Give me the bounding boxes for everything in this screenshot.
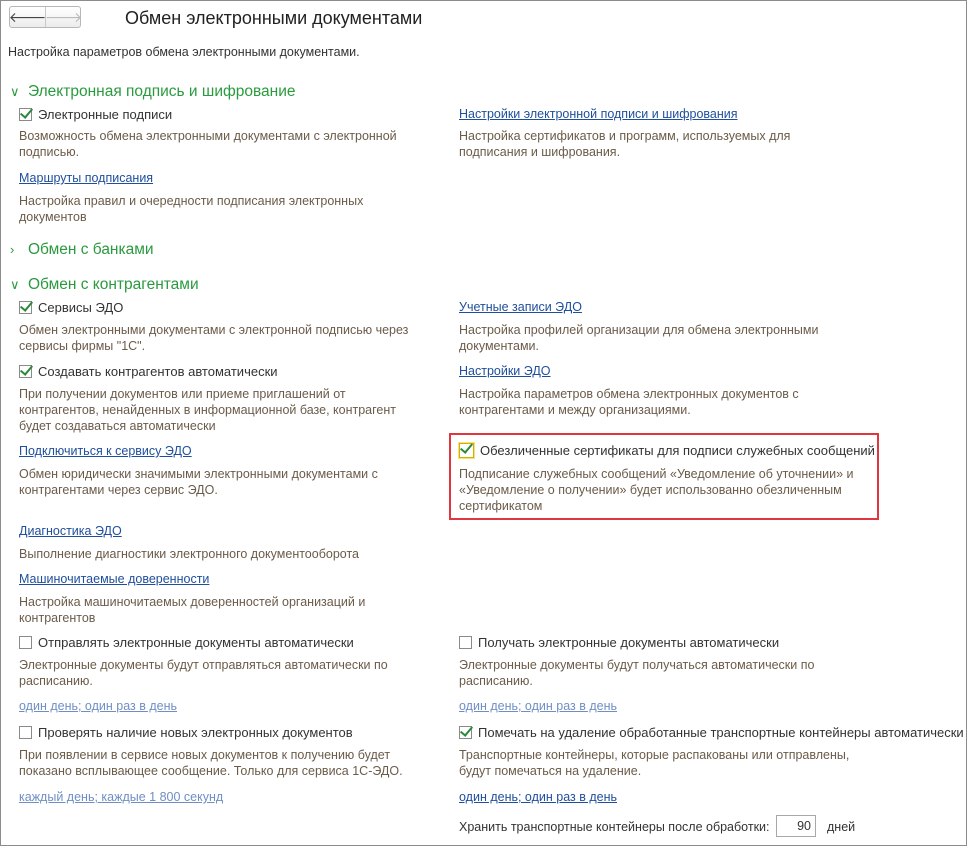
section-counterparties[interactable]: ∨ Обмен с контрагентами bbox=[10, 276, 199, 294]
edo-accounts-description: Настройка профилей организации для обмен… bbox=[459, 323, 819, 353]
receive-auto-description: Электронные документы будут получаться а… bbox=[459, 658, 815, 688]
forward-arrow-icon[interactable]: 🡒 bbox=[45, 7, 83, 27]
send-auto-description: Электронные документы будут отправляться… bbox=[19, 658, 388, 688]
receive-schedule-link[interactable]: один день; один раз в день bbox=[459, 699, 617, 713]
mark-schedule-link[interactable]: один день; один раз в день bbox=[459, 790, 617, 804]
diagnostics-link[interactable]: Диагностика ЭДО bbox=[19, 524, 122, 538]
checkbox-label: Проверять наличие новых электронных доку… bbox=[38, 725, 353, 740]
checkbox-label: Обезличенные сертификаты для подписи слу… bbox=[480, 443, 875, 458]
page-title: Обмен электронными документами bbox=[125, 8, 423, 28]
keep-days-unit: дней bbox=[827, 820, 856, 834]
signing-routes-link[interactable]: Маршруты подписания bbox=[19, 171, 153, 185]
check-new-checkbox[interactable]: Проверять наличие новых электронных доку… bbox=[19, 725, 353, 740]
depersonalized-certificates-description: Подписание служебных сообщений «Уведомле… bbox=[459, 467, 854, 513]
checkbox-unchecked-icon bbox=[19, 636, 32, 649]
chevron-down-icon: ∨ bbox=[10, 277, 20, 292]
checkbox-label: Помечать на удаление обработанные трансп… bbox=[478, 725, 964, 740]
signing-routes-description: Настройка правил и очередности подписани… bbox=[19, 194, 364, 224]
nav-buttons: 🡐 🡒 bbox=[9, 6, 83, 28]
depersonalized-certificates-checkbox[interactable]: Обезличенные сертификаты для подписи слу… bbox=[458, 442, 875, 459]
checkbox-label: Создавать контрагентов автоматически bbox=[38, 364, 278, 379]
section-banks[interactable]: › Обмен с банками bbox=[10, 241, 154, 259]
checkbox-unchecked-icon bbox=[459, 636, 472, 649]
keep-containers-label: Хранить транспортные контейнеры после об… bbox=[459, 820, 770, 834]
esig-description: Возможность обмена электронными документ… bbox=[19, 129, 397, 159]
edo-settings-link[interactable]: Настройки ЭДО bbox=[459, 364, 551, 378]
check-new-description: При появлении в сервисе новых документов… bbox=[19, 748, 403, 778]
mchd-description: Настройка машиночитаемых доверенностей о… bbox=[19, 595, 366, 625]
esig-checkbox[interactable]: Электронные подписи bbox=[19, 107, 172, 122]
checkbox-checked-icon bbox=[458, 442, 475, 459]
checkbox-label: Сервисы ЭДО bbox=[38, 300, 124, 315]
keep-days-input[interactable]: 90 bbox=[776, 815, 816, 837]
checkbox-checked-icon bbox=[19, 108, 32, 121]
signature-settings-description: Настройка сертификатов и программ, испол… bbox=[459, 129, 791, 159]
create-auto-checkbox[interactable]: Создавать контрагентов автоматически bbox=[19, 364, 278, 379]
receive-auto-checkbox[interactable]: Получать электронные документы автоматич… bbox=[459, 635, 779, 650]
mchd-link[interactable]: Машиночитаемые доверенности bbox=[19, 572, 209, 586]
connect-edo-link[interactable]: Подключиться к сервису ЭДО bbox=[19, 444, 192, 458]
edo-services-description: Обмен электронными документами с электро… bbox=[19, 323, 409, 353]
page-subtitle: Настройка параметров обмена электронными… bbox=[8, 45, 360, 59]
mark-delete-description: Транспортные контейнеры, которые распако… bbox=[459, 748, 850, 778]
edo-accounts-link[interactable]: Учетные записи ЭДО bbox=[459, 300, 582, 314]
checkbox-checked-icon bbox=[459, 726, 472, 739]
back-arrow-icon[interactable]: 🡐 bbox=[9, 7, 46, 27]
checkbox-checked-icon bbox=[19, 301, 32, 314]
checkbox-label: Получать электронные документы автоматич… bbox=[478, 635, 780, 650]
create-auto-description: При получении документов или приеме приг… bbox=[19, 387, 396, 433]
send-auto-checkbox[interactable]: Отправлять электронные документы автомат… bbox=[19, 635, 354, 650]
edo-settings-description: Настройка параметров обмена электронных … bbox=[459, 387, 799, 417]
section-title: Обмен с банками bbox=[28, 241, 154, 258]
section-title: Электронная подпись и шифрование bbox=[28, 83, 296, 100]
signature-settings-link[interactable]: Настройки электронной подписи и шифрован… bbox=[459, 107, 738, 121]
checkbox-unchecked-icon bbox=[19, 726, 32, 739]
section-title: Обмен с контрагентами bbox=[28, 276, 199, 293]
checkbox-label: Отправлять электронные документы автомат… bbox=[38, 635, 354, 650]
chevron-down-icon: ∨ bbox=[10, 84, 20, 99]
section-signature[interactable]: ∨ Электронная подпись и шифрование bbox=[10, 83, 296, 101]
send-schedule-link[interactable]: один день; один раз в день bbox=[19, 699, 177, 713]
checkbox-label: Электронные подписи bbox=[38, 107, 173, 122]
mark-delete-checkbox[interactable]: Помечать на удаление обработанные трансп… bbox=[459, 725, 964, 740]
chevron-right-icon: › bbox=[10, 242, 15, 257]
check-schedule-link[interactable]: каждый день; каждые 1 800 секунд bbox=[19, 790, 223, 804]
edo-services-checkbox[interactable]: Сервисы ЭДО bbox=[19, 300, 123, 315]
diagnostics-description: Выполнение диагностики электронного доку… bbox=[19, 547, 359, 561]
connect-edo-description: Обмен юридически значимыми электронными … bbox=[19, 467, 378, 497]
checkbox-checked-icon bbox=[19, 365, 32, 378]
